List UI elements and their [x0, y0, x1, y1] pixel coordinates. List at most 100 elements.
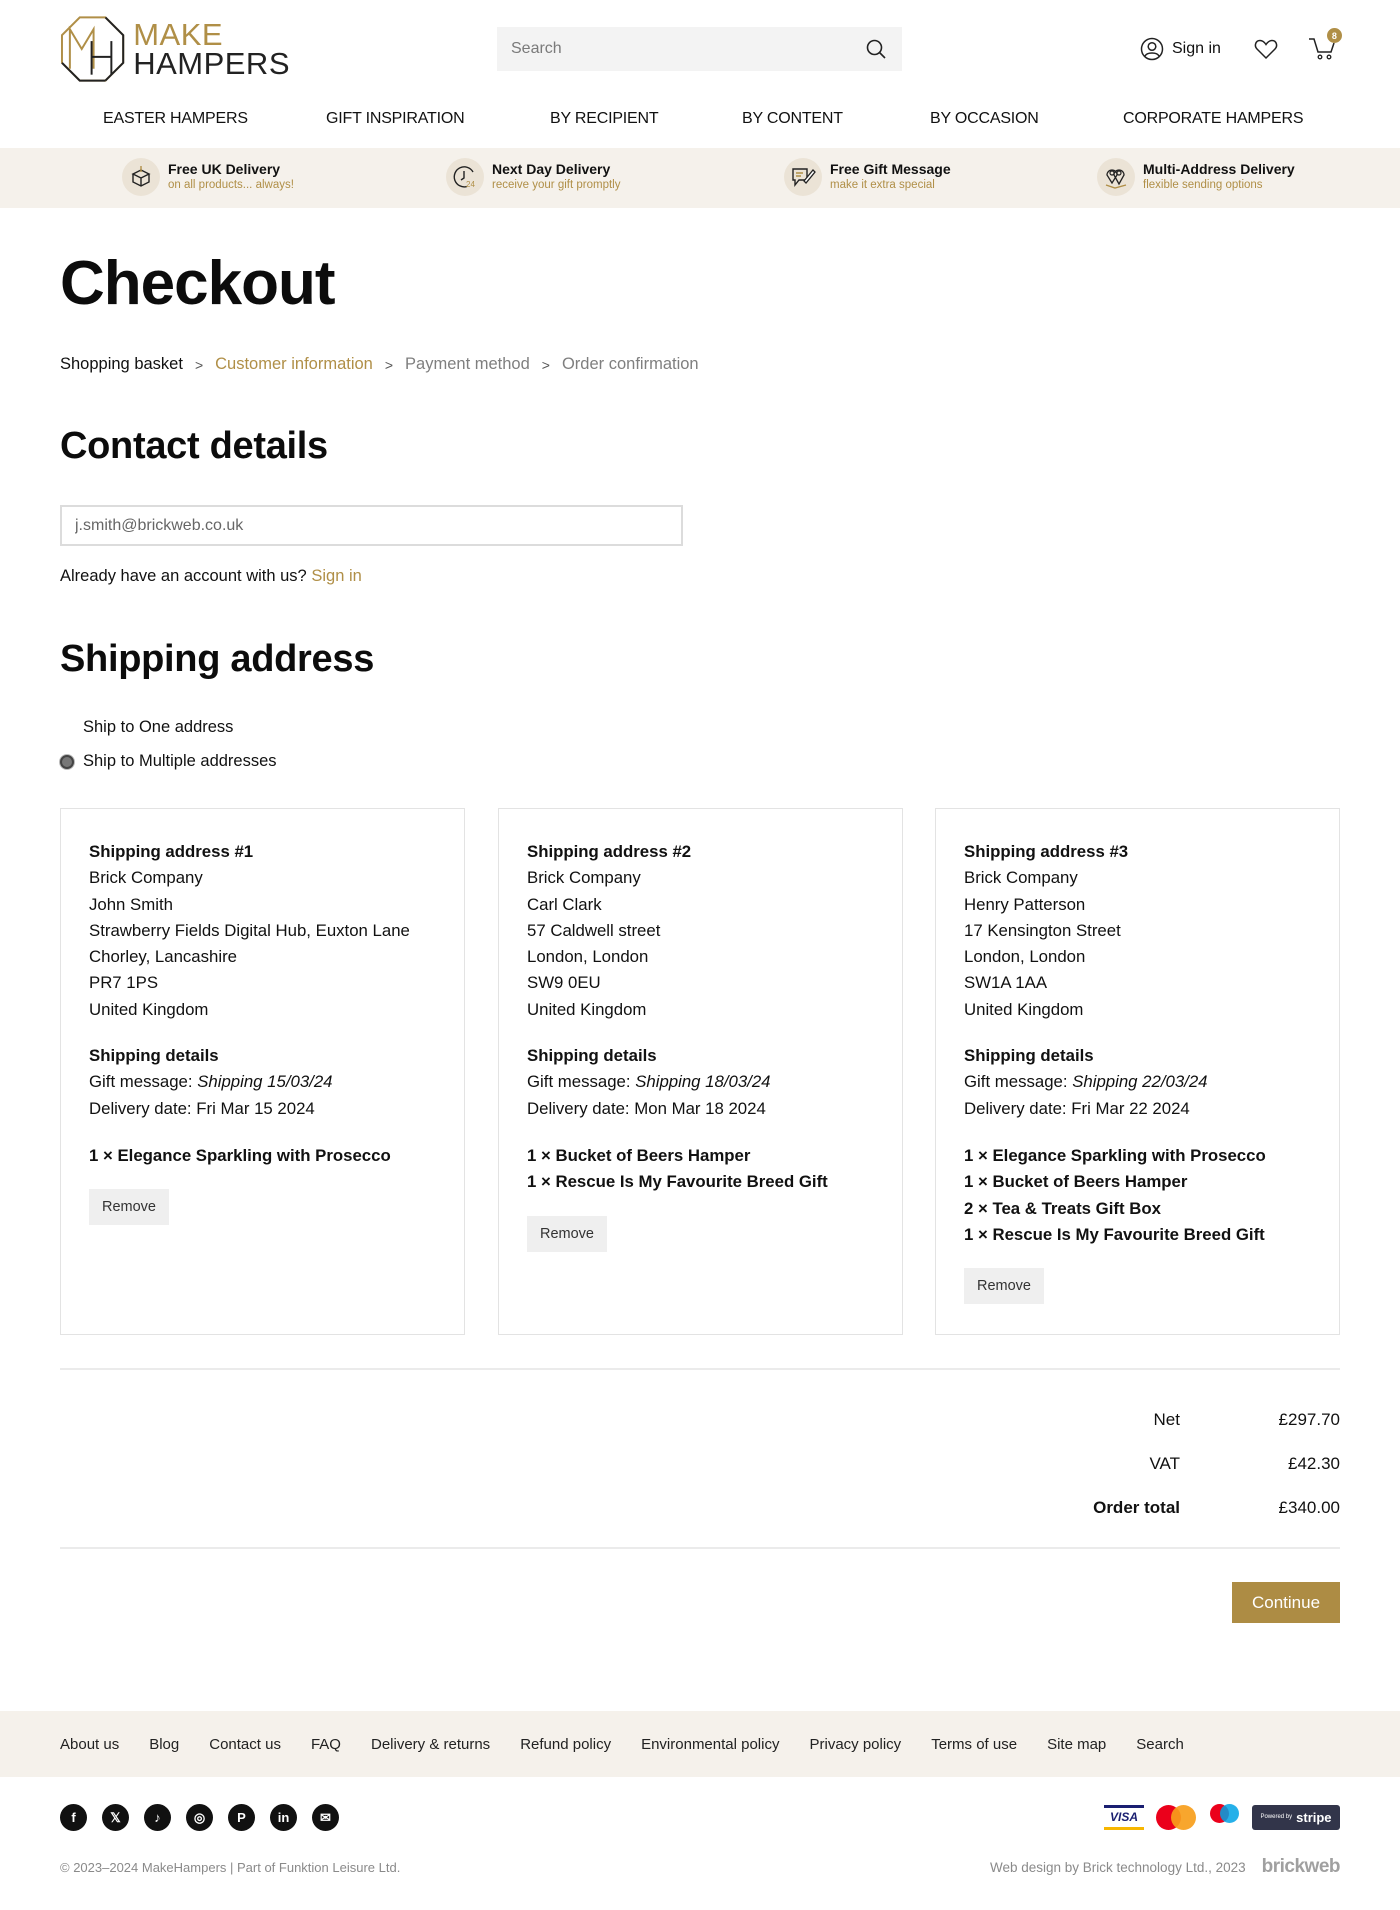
- social-links: f 𝕏 ♪ ◎ P in ✉: [60, 1804, 339, 1831]
- ship-multiple-addresses-radio[interactable]: Ship to Multiple addresses: [60, 752, 277, 771]
- address-line: United Kingdom: [89, 999, 209, 1019]
- benefit-multi-address: Multi-Address Delivery flexible sending …: [1097, 158, 1295, 196]
- brickweb-logo[interactable]: brickweb: [1262, 1856, 1341, 1878]
- instagram-icon[interactable]: ◎: [186, 1804, 213, 1831]
- radio-label: Ship to Multiple addresses: [83, 752, 277, 770]
- facebook-icon[interactable]: f: [60, 1804, 87, 1831]
- radio-checked-icon: [60, 754, 74, 769]
- continue-button[interactable]: Continue: [1232, 1582, 1340, 1623]
- stripe-badge: Powered by stripe: [1252, 1804, 1340, 1830]
- address-line: 17 Kensington Street: [964, 920, 1121, 940]
- footer-link-environmental-policy[interactable]: Environmental policy: [641, 1736, 779, 1753]
- remove-button[interactable]: Remove: [89, 1189, 169, 1226]
- nav-by-occasion[interactable]: BY OCCASION: [930, 110, 1039, 128]
- order-item: 1 × Elegance Sparkling with Prosecco: [89, 1145, 391, 1165]
- search-input[interactable]: [511, 40, 864, 58]
- benefit-title: Free UK Delivery: [168, 161, 281, 177]
- net-row: Net £297.70: [1040, 1398, 1340, 1442]
- shipping-address-card: Shipping address #3 Brick Company Henry …: [935, 808, 1340, 1335]
- vat-label: VAT: [1149, 1454, 1180, 1473]
- benefit-title: Next Day Delivery: [492, 161, 611, 177]
- gift-message-value: Shipping 15/03/24: [197, 1072, 333, 1092]
- footer-link-terms-of-use[interactable]: Terms of use: [931, 1736, 1017, 1753]
- delivery-date: Delivery date: Fri Mar 22 2024: [964, 1096, 1311, 1122]
- tiktok-icon[interactable]: ♪: [144, 1804, 171, 1831]
- clock-24-icon: 24: [446, 158, 484, 196]
- contact-details-heading: Contact details: [60, 425, 328, 467]
- nav-gift-inspiration[interactable]: GIFT INSPIRATION: [326, 110, 465, 128]
- address-line: John Smith: [89, 894, 173, 914]
- address-line: United Kingdom: [527, 999, 647, 1019]
- address-line: 57 Caldwell street: [527, 920, 661, 940]
- search-icon[interactable]: [864, 37, 888, 61]
- delivery-date: Delivery date: Fri Mar 15 2024: [89, 1096, 436, 1122]
- breadcrumb-shopping-basket[interactable]: Shopping basket: [60, 355, 183, 374]
- site-logo[interactable]: MAKE HAMPERS: [60, 15, 290, 83]
- order-total-label: Order total: [1093, 1498, 1180, 1517]
- card-heading: Shipping address #2: [527, 842, 692, 861]
- account-prompt-text: Already have an account with us?: [60, 567, 307, 585]
- benefit-subtitle: flexible sending options: [1143, 179, 1263, 191]
- address-line: Chorley, Lancashire: [89, 947, 237, 967]
- nav-by-recipient[interactable]: BY RECIPIENT: [550, 110, 659, 128]
- footer-link-refund-policy[interactable]: Refund policy: [520, 1736, 611, 1753]
- footer-link-faq[interactable]: FAQ: [311, 1736, 341, 1753]
- cart-button[interactable]: 8: [1308, 28, 1342, 62]
- footer-link-about-us[interactable]: About us: [60, 1736, 119, 1753]
- breadcrumb-customer-information: Customer information: [215, 355, 373, 373]
- address-line: United Kingdom: [964, 999, 1084, 1019]
- footer-link-blog[interactable]: Blog: [149, 1736, 179, 1753]
- address-line: SW1A 1AA: [964, 973, 1048, 993]
- remove-button[interactable]: Remove: [964, 1268, 1044, 1305]
- address-line: Henry Patterson: [964, 894, 1086, 914]
- email-field[interactable]: [60, 505, 683, 546]
- footer-link-delivery-returns[interactable]: Delivery & returns: [371, 1736, 490, 1753]
- benefit-title: Free Gift Message: [830, 161, 951, 177]
- address-line: London, London: [964, 947, 1086, 967]
- breadcrumb-separator: >: [384, 356, 394, 373]
- footer-link-search[interactable]: Search: [1136, 1736, 1184, 1753]
- nav-corporate-hampers[interactable]: CORPORATE HAMPERS: [1123, 110, 1304, 128]
- address-line: Carl Clark: [527, 894, 602, 914]
- order-item: 2 × Tea & Treats Gift Box: [964, 1198, 1161, 1218]
- main-nav: EASTER HAMPERS GIFT INSPIRATION BY RECIP…: [0, 110, 1400, 140]
- cart-count-badge: 8: [1326, 28, 1342, 43]
- linkedin-icon[interactable]: in: [270, 1804, 297, 1831]
- x-twitter-icon[interactable]: 𝕏: [102, 1804, 129, 1831]
- ship-one-address-radio[interactable]: Ship to One address: [60, 718, 233, 737]
- sign-in-button[interactable]: Sign in: [1140, 37, 1221, 61]
- delivery-date-label: Delivery date:: [89, 1098, 192, 1118]
- sign-in-link[interactable]: Sign in: [311, 567, 361, 585]
- sign-in-label: Sign in: [1172, 40, 1221, 57]
- nav-easter-hampers[interactable]: EASTER HAMPERS: [103, 110, 248, 128]
- maestro-icon: [1208, 1804, 1240, 1830]
- footer-links-bar: About us Blog Contact us FAQ Delivery & …: [0, 1711, 1400, 1777]
- order-totals: Net £297.70 VAT £42.30 Order total £340.…: [1040, 1398, 1340, 1530]
- footer-link-site-map[interactable]: Site map: [1047, 1736, 1106, 1753]
- svg-text:24: 24: [466, 180, 475, 189]
- wishlist-button[interactable]: [1254, 38, 1278, 60]
- benefit-subtitle: make it extra special: [830, 179, 935, 191]
- order-item: 1 × Bucket of Beers Hamper: [527, 1145, 751, 1165]
- benefit-title: Multi-Address Delivery: [1143, 161, 1295, 177]
- benefits-bar: Free UK Delivery on all products... alwa…: [0, 148, 1400, 208]
- remove-button[interactable]: Remove: [527, 1215, 607, 1252]
- order-total-value: £340.00: [1278, 1498, 1340, 1517]
- nav-by-content[interactable]: BY CONTENT: [742, 110, 843, 128]
- message-pen-icon: [784, 158, 822, 196]
- footer-link-contact-us[interactable]: Contact us: [209, 1736, 281, 1753]
- header-actions: Sign in 8: [1140, 28, 1342, 64]
- heart-icon: [1254, 39, 1278, 60]
- divider: [60, 1547, 1340, 1549]
- pinterest-icon[interactable]: P: [228, 1804, 255, 1831]
- delivery-date: Delivery date: Mon Mar 18 2024: [527, 1096, 874, 1122]
- logo-hampers-text: HAMPERS: [133, 46, 290, 81]
- vat-value: £42.30: [1288, 1454, 1340, 1473]
- design-credit: Web design by Brick technology Ltd., 202…: [990, 1856, 1341, 1878]
- address-line: Brick Company: [89, 868, 203, 888]
- address-line: SW9 0EU: [527, 973, 601, 993]
- visa-icon: VISA: [1104, 1804, 1144, 1830]
- email-icon[interactable]: ✉: [312, 1804, 339, 1831]
- address-line: Strawberry Fields Digital Hub, Euxton La…: [89, 920, 410, 940]
- footer-link-privacy-policy[interactable]: Privacy policy: [809, 1736, 901, 1753]
